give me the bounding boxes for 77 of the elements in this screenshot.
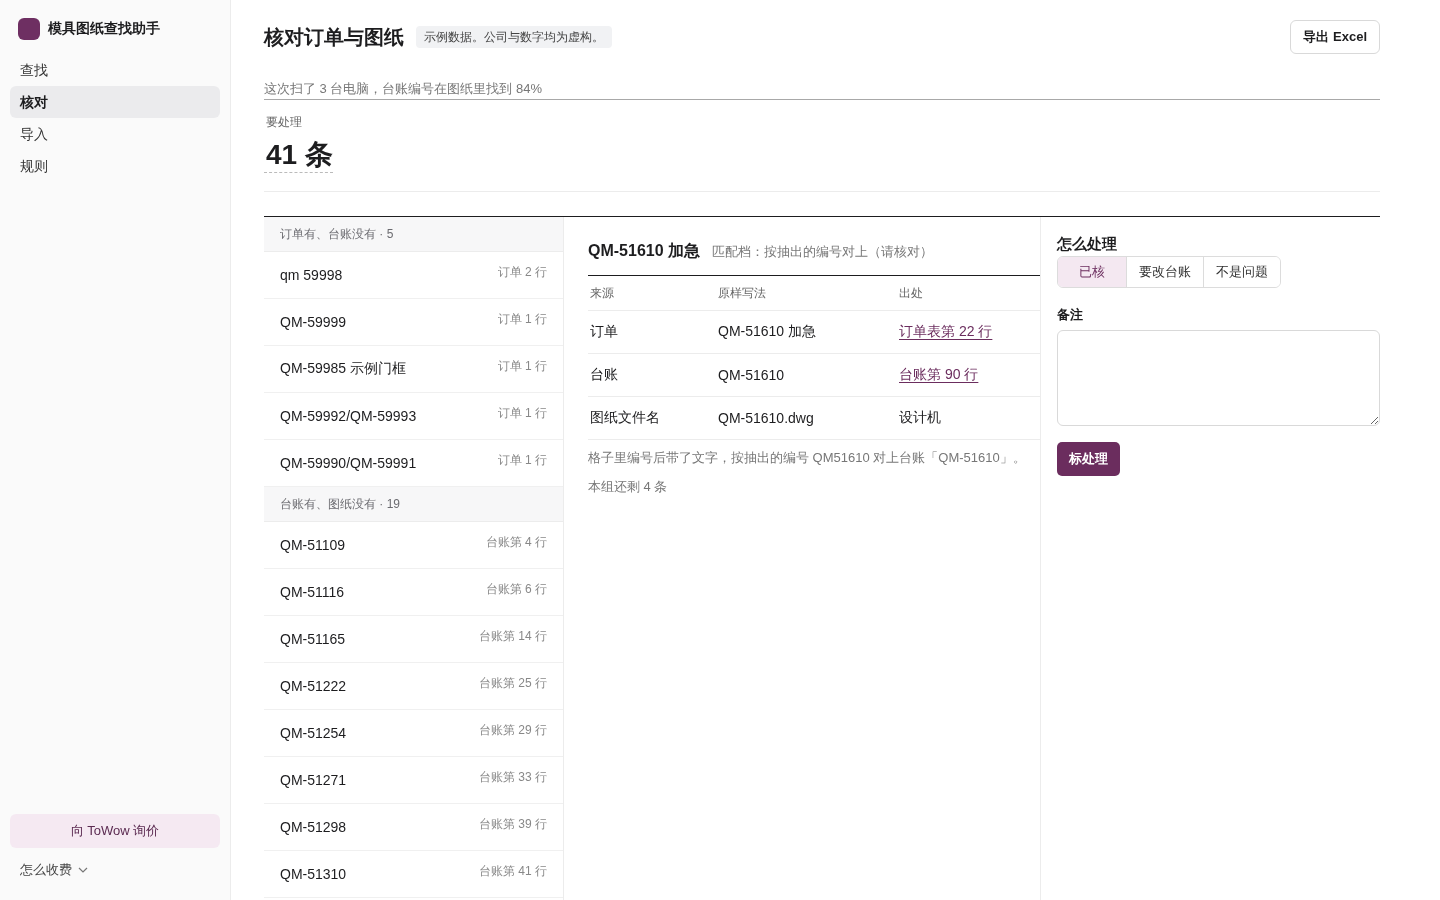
issue-row[interactable]: QM-51116 台账第 6 行: [264, 569, 563, 616]
issue-code: qm 59998: [280, 267, 343, 283]
table-cell-text: 设计机: [898, 409, 941, 427]
match-explanation: 格子里编号后带了文字，按抽出的编号 QM51610 对上台账「QM-51610」。: [588, 449, 1027, 467]
group-header: 订单有、台账没有 · 5: [264, 217, 563, 252]
issue-location: 台账第 6 行: [485, 580, 547, 598]
nav-item[interactable]: 查找: [10, 54, 220, 86]
app-name: 模具图纸查找助手: [48, 20, 160, 38]
origin-link[interactable]: 台账第 90 行: [899, 366, 979, 384]
sample-data-badge: 示例数据。公司与数字均为虚构。: [416, 26, 612, 48]
issue-location: 台账第 41 行: [479, 862, 547, 880]
issue-row[interactable]: QM-59985 示例门框 订单 1 行: [264, 346, 563, 393]
issue-row[interactable]: QM-59999 订单 1 行: [264, 299, 563, 346]
issue-location: 台账第 33 行: [479, 768, 547, 786]
issue-code: QM-51109: [280, 537, 346, 553]
column-header: 来源: [589, 284, 614, 302]
table-cell-text: 图纸文件名: [589, 409, 660, 427]
note-field[interactable]: [1057, 330, 1380, 426]
chevron-down-icon: [78, 867, 88, 873]
issue-row[interactable]: QM-59992/QM-59993 订单 1 行: [264, 393, 563, 440]
issue-code: QM-59992/QM-59993: [280, 408, 417, 424]
issue-code: QM-51222: [280, 678, 347, 694]
issue-location: 台账第 4 行: [485, 533, 547, 551]
issue-code: QM-51298: [280, 819, 347, 835]
issue-row[interactable]: qm 59998 订单 2 行: [264, 252, 563, 299]
issue-location: 台账第 39 行: [479, 815, 547, 833]
table-cell-text: QM-51610: [717, 367, 785, 383]
issue-code: QM-51310: [280, 866, 347, 882]
quote-button[interactable]: 向 ToWow 询价: [10, 814, 220, 848]
mark-handled-button[interactable]: 标处理: [1057, 442, 1120, 476]
issue-row[interactable]: QM-51310 台账第 41 行: [264, 851, 563, 898]
issue-row[interactable]: QM-51109 台账第 4 行: [264, 522, 563, 569]
page-title: 核对订单与图纸: [264, 25, 404, 50]
table-cell-text: 台账: [589, 366, 618, 384]
issue-location: 台账第 29 行: [479, 721, 547, 739]
issue-location: 订单 1 行: [497, 451, 547, 469]
issue-location: 订单 1 行: [497, 357, 547, 375]
match-note: 匹配档：按抽出的编号对上（请核对）: [712, 243, 934, 261]
issue-row[interactable]: QM-51165 台账第 14 行: [264, 616, 563, 663]
column-header: 原样写法: [717, 284, 766, 302]
pending-count: 41 条: [264, 138, 333, 173]
issue-row[interactable]: QM-51254 台账第 29 行: [264, 710, 563, 757]
nav-item[interactable]: 核对: [10, 86, 220, 118]
issue-location: 订单 2 行: [497, 263, 547, 281]
column-header: 出处: [898, 284, 923, 302]
issue-code: QM-59985 示例门框: [280, 360, 407, 378]
nav-item[interactable]: 规则: [10, 150, 220, 182]
nav-item[interactable]: 导入: [10, 118, 220, 150]
note-label: 备注: [1057, 306, 1083, 324]
table-cell-text: 订单: [589, 323, 618, 341]
origin-link[interactable]: 订单表第 22 行: [899, 323, 993, 341]
issue-row[interactable]: QM-51222 台账第 25 行: [264, 663, 563, 710]
table-cell-text: QM-51610.dwg: [717, 410, 814, 426]
section-title: 怎么处理: [1057, 234, 1117, 254]
issue-code: QM-59999: [280, 314, 347, 330]
scan-summary: 这次扫了 3 台电脑，台账编号在图纸里找到 84%: [264, 81, 543, 96]
table-cell-text: QM-51610 加急: [717, 323, 817, 341]
issue-code: QM-51165: [280, 631, 346, 647]
issue-code: QM-51271: [280, 772, 347, 788]
issue-row[interactable]: QM-51298 台账第 39 行: [264, 804, 563, 851]
issue-location: 台账第 25 行: [479, 674, 547, 692]
record-title: QM-51610 加急: [588, 241, 701, 261]
issue-code: QM-51116: [280, 584, 345, 600]
issue-location: 订单 1 行: [497, 310, 547, 328]
group-header: 台账有、图纸没有 · 19: [264, 487, 563, 522]
export-button[interactable]: 导出 Excel: [1290, 20, 1380, 54]
logo-icon: [18, 18, 40, 40]
remaining-count: 本组还剩 4 条: [588, 478, 669, 496]
pricing-toggle[interactable]: 怎么收费: [10, 860, 98, 880]
resolution-option[interactable]: 已核: [1058, 257, 1126, 287]
pending-label: 要处理: [265, 114, 302, 130]
issue-row[interactable]: QM-51271 台账第 33 行: [264, 757, 563, 804]
issue-location: 台账第 14 行: [479, 627, 547, 645]
issue-location: 订单 1 行: [497, 404, 547, 422]
issue-code: QM-51254: [280, 725, 347, 741]
issue-code: QM-59990/QM-59991: [280, 455, 417, 471]
resolution-option[interactable]: 不是问题: [1203, 257, 1280, 287]
